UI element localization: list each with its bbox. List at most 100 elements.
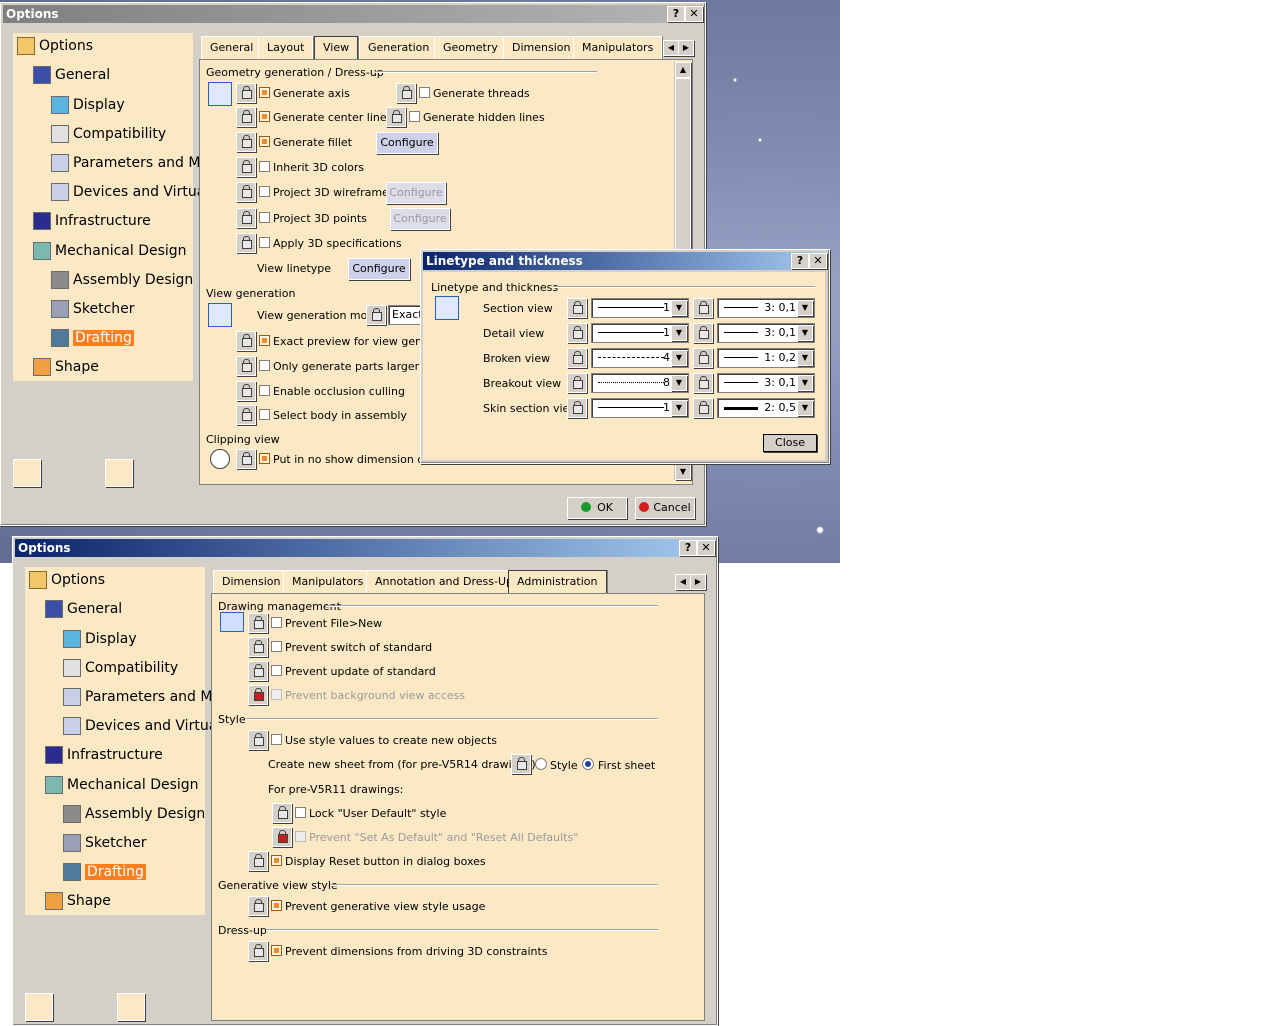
dialog-help-button[interactable]: ? bbox=[791, 253, 809, 269]
chevron-down-icon[interactable]: ▼ bbox=[671, 375, 687, 391]
checkbox-generate-threads[interactable] bbox=[419, 87, 430, 98]
help-button[interactable]: ? bbox=[667, 6, 685, 22]
lock-generate-center-lines[interactable] bbox=[236, 107, 256, 127]
tree-item-infrastructure[interactable]: Infrastructure bbox=[33, 212, 151, 230]
tree-item-display[interactable]: Display bbox=[63, 630, 137, 648]
thickness-select[interactable]: 3: 0,1 ▼ bbox=[717, 298, 815, 318]
tree-item-general[interactable]: General bbox=[33, 66, 110, 84]
lock-select-body[interactable] bbox=[236, 405, 256, 425]
radio-first-sheet[interactable] bbox=[582, 758, 594, 770]
tree-item-drafting[interactable]: Drafting bbox=[51, 329, 134, 347]
tab-geometry[interactable]: Geometry bbox=[434, 36, 507, 59]
reset-home-icon[interactable] bbox=[25, 993, 53, 1021]
checkbox-prevent-switch[interactable] bbox=[271, 641, 282, 652]
tree-item-parameters[interactable]: Parameters and Mea bbox=[51, 154, 218, 172]
tab-annotation[interactable]: Annotation and Dress-Up bbox=[366, 570, 522, 593]
reset-settings-icon[interactable] bbox=[117, 993, 145, 1021]
lock-view-gen-mode[interactable] bbox=[366, 305, 386, 325]
tree-item-assembly[interactable]: Assembly Design bbox=[63, 805, 205, 823]
lock-put-no-show[interactable] bbox=[236, 449, 256, 469]
tab-dimension[interactable]: Dimension bbox=[213, 570, 290, 593]
scroll-up-icon[interactable]: ▲ bbox=[675, 62, 691, 78]
lock-lock-user-default[interactable] bbox=[272, 803, 292, 823]
checkbox-prevent-set-default[interactable] bbox=[295, 831, 306, 842]
lock-linetype[interactable] bbox=[567, 348, 587, 368]
tree-item-devices[interactable]: Devices and Virtual bbox=[51, 183, 209, 201]
lock-linetype[interactable] bbox=[567, 398, 587, 418]
lock-prevent-file-new[interactable] bbox=[248, 613, 268, 633]
scroll-thumb[interactable] bbox=[675, 78, 691, 250]
lock-linetype[interactable] bbox=[567, 323, 587, 343]
dialog-close-action-button[interactable]: Close bbox=[763, 434, 817, 452]
checkbox-only-generate[interactable] bbox=[259, 360, 270, 371]
tab-scroll-left-icon[interactable]: ◀ bbox=[663, 40, 679, 56]
configure-fillet-button[interactable]: Configure bbox=[376, 132, 438, 154]
thickness-select[interactable]: 2: 0,5 ▼ bbox=[717, 398, 815, 418]
lock-thickness[interactable] bbox=[693, 398, 713, 418]
linetype-select[interactable]: 1 ▼ bbox=[591, 298, 689, 318]
tree-item-compatibility[interactable]: Compatibility bbox=[63, 659, 178, 677]
tree-item-drafting[interactable]: Drafting bbox=[63, 863, 146, 881]
checkbox-inherit-colors[interactable] bbox=[259, 161, 270, 172]
chevron-down-icon[interactable]: ▼ bbox=[797, 400, 813, 416]
tab-layout[interactable]: Layout bbox=[258, 36, 314, 59]
lock-exact-preview[interactable] bbox=[236, 331, 256, 351]
tree-item-mechanical[interactable]: Mechanical Design bbox=[33, 242, 187, 260]
scroll-down-icon[interactable]: ▼ bbox=[675, 464, 691, 480]
tab-manipulators[interactable]: Manipulators bbox=[573, 36, 663, 59]
checkbox-prevent-background[interactable] bbox=[271, 689, 282, 700]
close-button[interactable]: ✕ bbox=[697, 540, 715, 556]
checkbox-prevent-update[interactable] bbox=[271, 665, 282, 676]
linetype-select[interactable]: 4 ▼ bbox=[591, 348, 689, 368]
lock-prevent-set-default[interactable] bbox=[272, 827, 292, 847]
tree-item-sketcher[interactable]: Sketcher bbox=[51, 300, 135, 318]
checkbox-generate-center-lines[interactable] bbox=[259, 111, 270, 122]
checkbox-generate-hidden-lines[interactable] bbox=[409, 111, 420, 122]
checkbox-lock-user-default[interactable] bbox=[295, 807, 306, 818]
configure-wireframe-button[interactable]: Configure bbox=[386, 182, 446, 204]
lock-prevent-background[interactable] bbox=[248, 685, 268, 705]
lock-enable-occlusion[interactable] bbox=[236, 381, 256, 401]
radio-style[interactable] bbox=[535, 758, 547, 770]
cancel-button[interactable]: Cancel bbox=[635, 497, 695, 519]
lock-thickness[interactable] bbox=[693, 348, 713, 368]
lock-generate-axis[interactable] bbox=[236, 83, 256, 103]
lock-display-reset[interactable] bbox=[248, 851, 268, 871]
lock-thickness[interactable] bbox=[693, 373, 713, 393]
tab-scroll-right-icon[interactable]: ▶ bbox=[678, 40, 694, 56]
lock-only-generate[interactable] bbox=[236, 356, 256, 376]
lock-prevent-generative[interactable] bbox=[248, 896, 268, 916]
lock-apply-specs[interactable] bbox=[236, 233, 256, 253]
lock-project-wireframe[interactable] bbox=[236, 182, 256, 202]
lock-linetype[interactable] bbox=[567, 373, 587, 393]
reset-settings-icon[interactable] bbox=[105, 459, 133, 487]
chevron-down-icon[interactable]: ▼ bbox=[797, 300, 813, 316]
chevron-down-icon[interactable]: ▼ bbox=[797, 375, 813, 391]
title-bar[interactable]: Options bbox=[15, 539, 715, 557]
lock-generate-threads[interactable] bbox=[396, 83, 416, 103]
lock-use-style[interactable] bbox=[248, 730, 268, 750]
lock-prevent-switch[interactable] bbox=[248, 637, 268, 657]
checkbox-prevent-generative[interactable] bbox=[271, 900, 282, 911]
thickness-select[interactable]: 3: 0,1 ▼ bbox=[717, 373, 815, 393]
tab-generation[interactable]: Generation bbox=[359, 36, 439, 59]
tab-view[interactable]: View bbox=[314, 36, 359, 60]
tab-general[interactable]: General bbox=[201, 36, 263, 59]
checkbox-project-wireframe[interactable] bbox=[259, 186, 270, 197]
reset-home-icon[interactable] bbox=[13, 459, 41, 487]
close-button[interactable]: ✕ bbox=[685, 6, 703, 22]
configure-points-button[interactable]: Configure bbox=[390, 208, 450, 230]
lock-project-points[interactable] bbox=[236, 208, 256, 228]
checkbox-use-style[interactable] bbox=[271, 734, 282, 745]
tree-item-sketcher[interactable]: Sketcher bbox=[63, 834, 147, 852]
checkbox-display-reset[interactable] bbox=[271, 855, 282, 866]
chevron-down-icon[interactable]: ▼ bbox=[671, 350, 687, 366]
chevron-down-icon[interactable]: ▼ bbox=[671, 300, 687, 316]
linetype-select[interactable]: 1 ▼ bbox=[591, 398, 689, 418]
lock-prevent-dimensions[interactable] bbox=[248, 941, 268, 961]
checkbox-select-body[interactable] bbox=[259, 409, 270, 420]
linetype-select[interactable]: 1 ▼ bbox=[591, 323, 689, 343]
lock-thickness[interactable] bbox=[693, 298, 713, 318]
checkbox-put-no-show[interactable] bbox=[259, 453, 270, 464]
thickness-select[interactable]: 1: 0,2 ▼ bbox=[717, 348, 815, 368]
